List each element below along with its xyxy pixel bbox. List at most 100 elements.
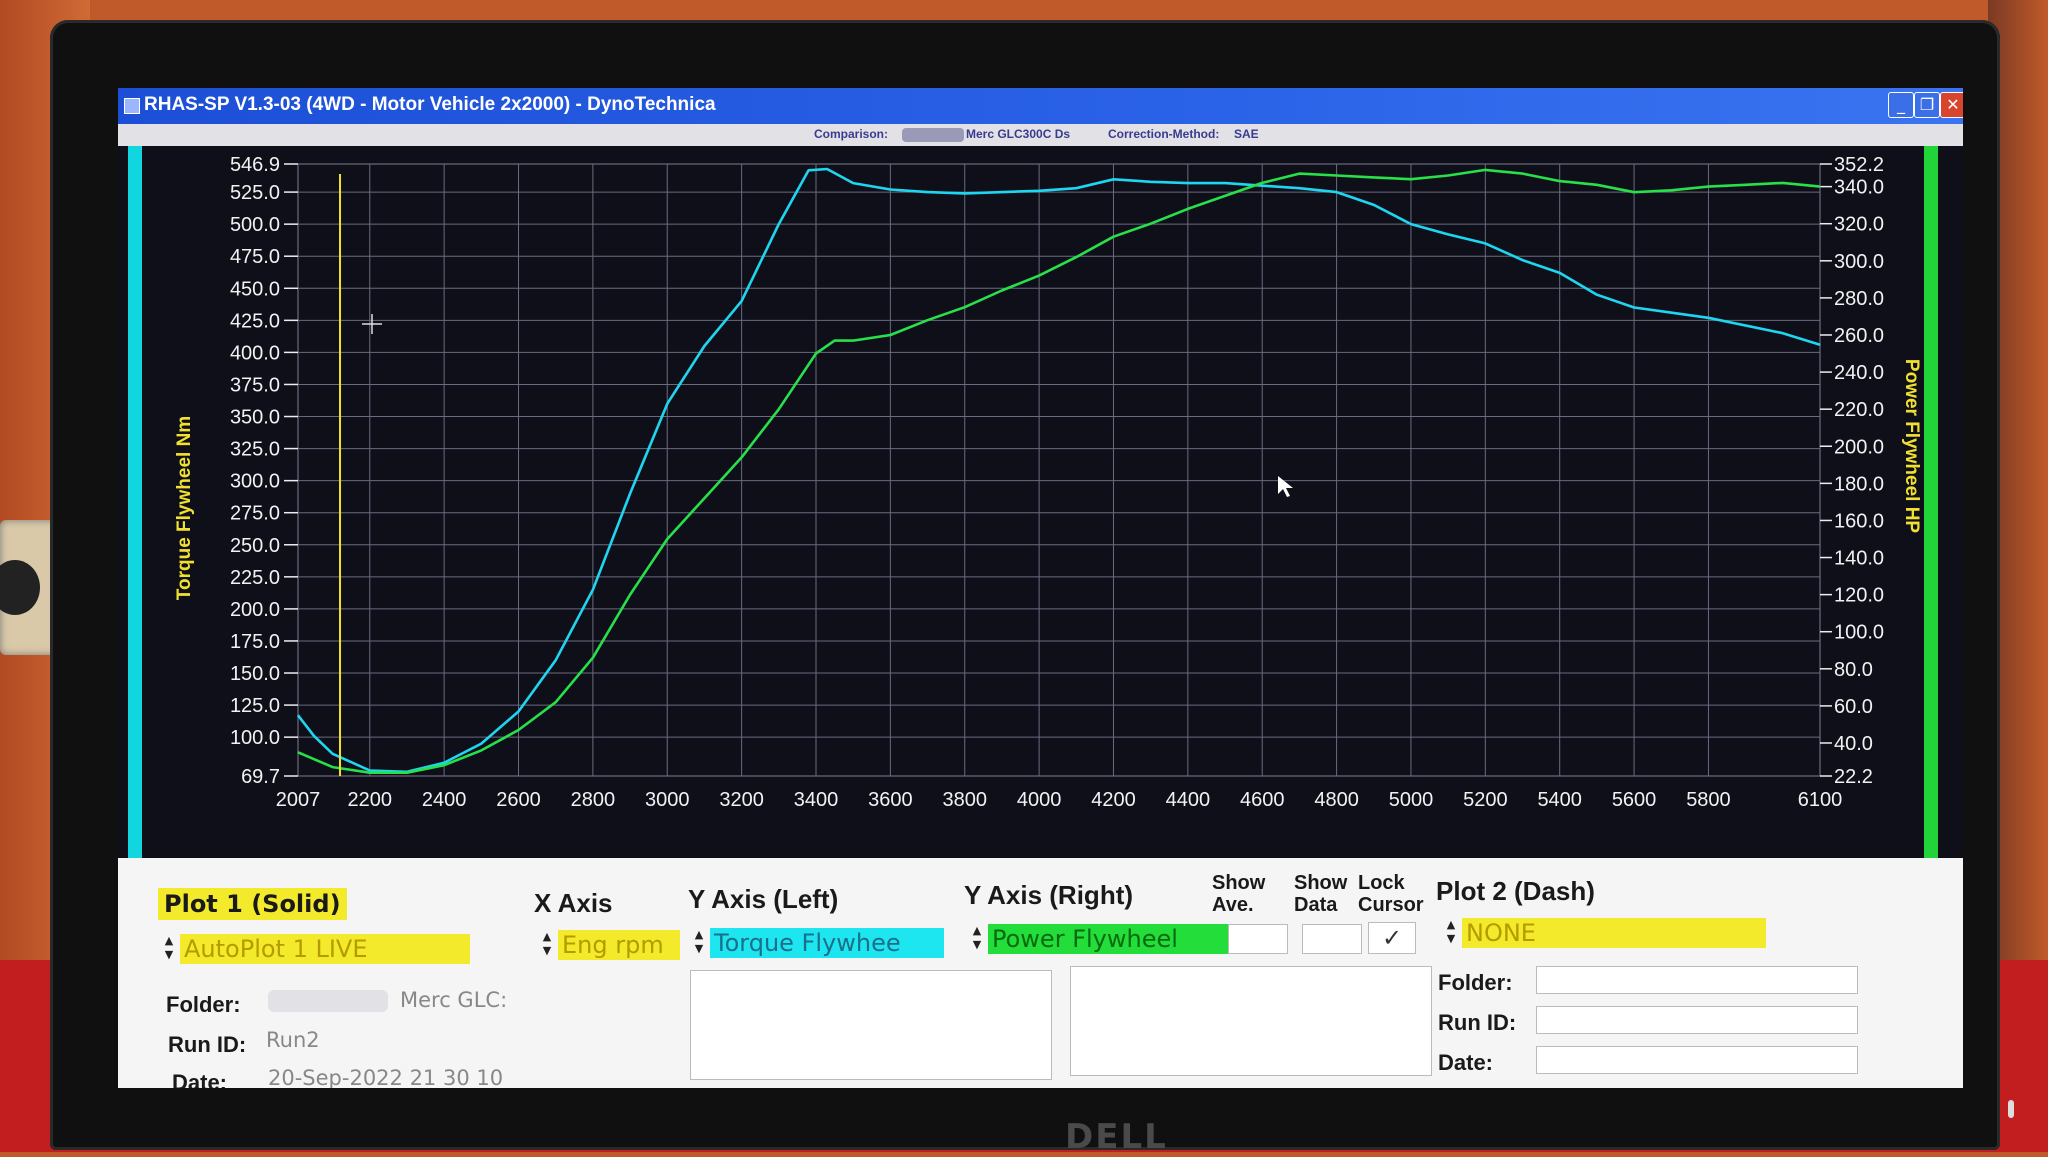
torque-point <box>480 742 482 745</box>
torque-point <box>592 589 594 591</box>
x-tick-label: 2800 <box>571 789 616 811</box>
show-ave-checkbox[interactable] <box>1228 924 1288 954</box>
close-button[interactable]: ✕ <box>1940 92 1963 118</box>
monitor-brand-logo: DELL <box>1065 1117 1168 1157</box>
torque-point <box>517 710 520 713</box>
y-right-tick-label: 60.0 <box>1834 696 1873 718</box>
torque-point <box>313 735 315 737</box>
app-icon <box>124 98 140 114</box>
y-left-tick-label: 300.0 <box>230 471 280 493</box>
power-point <box>1633 191 1635 193</box>
x-tick-label: 3000 <box>645 789 690 811</box>
power-point <box>1447 174 1449 177</box>
power-point <box>629 594 631 596</box>
plot2-date-label: Date: <box>1438 1050 1494 1075</box>
torque-point <box>741 300 743 302</box>
power-point <box>852 339 854 342</box>
control-panel: Plot 1 (Solid) ▲ ▼ AutoPlot 1 LIVE Folder… <box>118 858 1963 1088</box>
x-tick-label: 4800 <box>1314 789 1359 811</box>
mouse-pointer-icon <box>1278 476 1293 497</box>
y-left-tick-label: 200.0 <box>230 599 280 621</box>
x-axis-spinner[interactable]: ▲ ▼ <box>540 930 554 960</box>
show-ave-label-1: Show <box>1212 872 1266 894</box>
torque-point <box>926 191 929 193</box>
plot1-spinner[interactable]: ▲ ▼ <box>162 934 176 964</box>
plot1-date-label: Date: <box>172 1070 228 1088</box>
right-axis-color-stripe <box>1924 146 1938 858</box>
torque-point <box>1261 185 1263 187</box>
torque-point <box>666 403 668 405</box>
y-axis-left-select[interactable]: Torque Flywhee <box>710 928 944 958</box>
y-axis-right-spinner[interactable]: ▲ ▼ <box>970 924 984 954</box>
y-axis-left-heading: Y Axis (Left) <box>688 884 839 914</box>
y-left-tick-label: 525.0 <box>230 182 280 204</box>
plot1-notes-box[interactable] <box>690 970 1052 1080</box>
correction-method-label: Correction-Method: <box>1108 127 1220 141</box>
minimize-button[interactable]: _ <box>1888 92 1914 118</box>
x-tick-label: 6100 <box>1798 789 1843 811</box>
dyno-chart-area[interactable]: 546.9 525.0 500.0 475.0 450.0 425.0 400.0 375.0… <box>118 146 1963 858</box>
plot2-spinner[interactable]: ▲ ▼ <box>1444 918 1458 948</box>
x-tick-label: 3600 <box>868 789 913 811</box>
x-tick-label: 2600 <box>496 789 541 811</box>
y-right-tick-label: 220.0 <box>1834 399 1884 421</box>
plot2-runid-field[interactable] <box>1536 1006 1858 1034</box>
y-right-tick-label: 22.2 <box>1834 766 1873 788</box>
power-point <box>1484 169 1486 171</box>
torque-point <box>778 223 780 225</box>
power-point <box>1707 186 1710 188</box>
y-left-tick-label: 400.0 <box>230 342 280 364</box>
power-point <box>592 657 594 659</box>
correction-method-value: SAE <box>1234 127 1259 141</box>
y-left-tick-label: 175.0 <box>230 631 280 653</box>
show-data-label-1: Show <box>1294 872 1348 894</box>
x-axis-select[interactable]: Eng rpm <box>558 930 680 960</box>
torque-curve <box>296 167 1821 774</box>
lock-cursor-checkbox[interactable]: ✓ <box>1368 922 1416 954</box>
y-left-tick-label: 225.0 <box>230 567 280 589</box>
power-point <box>1373 176 1375 178</box>
plot2-folder-field[interactable] <box>1536 966 1858 994</box>
torque-point <box>369 769 371 772</box>
plot2-notes-box[interactable] <box>1070 966 1432 1076</box>
window-title: RHAS-SP V1.3-03 (4WD - Motor Vehicle 2x2… <box>144 94 716 115</box>
y-axis-left-label: Torque Flywheel Nm <box>174 416 195 600</box>
x-tick-label: 5600 <box>1612 789 1657 811</box>
y-axis-right-select[interactable]: Power Flywheel <box>988 924 1228 954</box>
torque-point <box>703 345 706 347</box>
power-point <box>517 729 520 731</box>
y-left-tick-label: 375.0 <box>230 374 280 396</box>
x-tick-label: 5400 <box>1537 789 1582 811</box>
crosshair-icon <box>362 314 382 334</box>
torque-point <box>807 169 810 171</box>
torque-point <box>1521 259 1524 261</box>
plot2-source-select[interactable]: NONE <box>1462 918 1766 948</box>
y-axis-left-spinner[interactable]: ▲ ▼ <box>692 928 706 958</box>
power-curve <box>297 168 1821 774</box>
y-left-tick-label: 69.7 <box>241 766 280 788</box>
power-point <box>1745 184 1747 186</box>
y-left-tick-label: 450.0 <box>230 278 280 300</box>
plot2-date-field[interactable] <box>1536 1046 1858 1074</box>
power-point <box>1001 289 1003 292</box>
power-point <box>889 334 891 336</box>
torque-point <box>1819 344 1821 346</box>
y-left-tick-label: 475.0 <box>230 246 280 268</box>
power-point <box>1596 184 1598 186</box>
power-point <box>443 764 445 766</box>
restore-button[interactable]: ❐ <box>1914 92 1940 118</box>
plot1-source-select[interactable]: AutoPlot 1 LIVE <box>180 934 470 964</box>
show-data-checkbox[interactable] <box>1302 924 1362 954</box>
power-point <box>331 766 334 768</box>
torque-point <box>826 168 828 170</box>
torque-point <box>1187 182 1189 184</box>
dyno-chart[interactable]: 546.9 525.0 500.0 475.0 450.0 425.0 400.0 375.0… <box>118 146 1963 858</box>
power-point <box>703 497 706 499</box>
x-tick-label: 4200 <box>1091 789 1136 811</box>
y-left-tick-label: 150.0 <box>230 663 280 685</box>
x-tick-label: 4400 <box>1166 789 1211 811</box>
y-axis-right-heading: Y Axis (Right) <box>964 880 1134 910</box>
power-point <box>1224 195 1226 197</box>
title-bar: RHAS-SP V1.3-03 (4WD - Motor Vehicle 2x2… <box>118 88 1963 124</box>
torque-point <box>1410 223 1412 225</box>
